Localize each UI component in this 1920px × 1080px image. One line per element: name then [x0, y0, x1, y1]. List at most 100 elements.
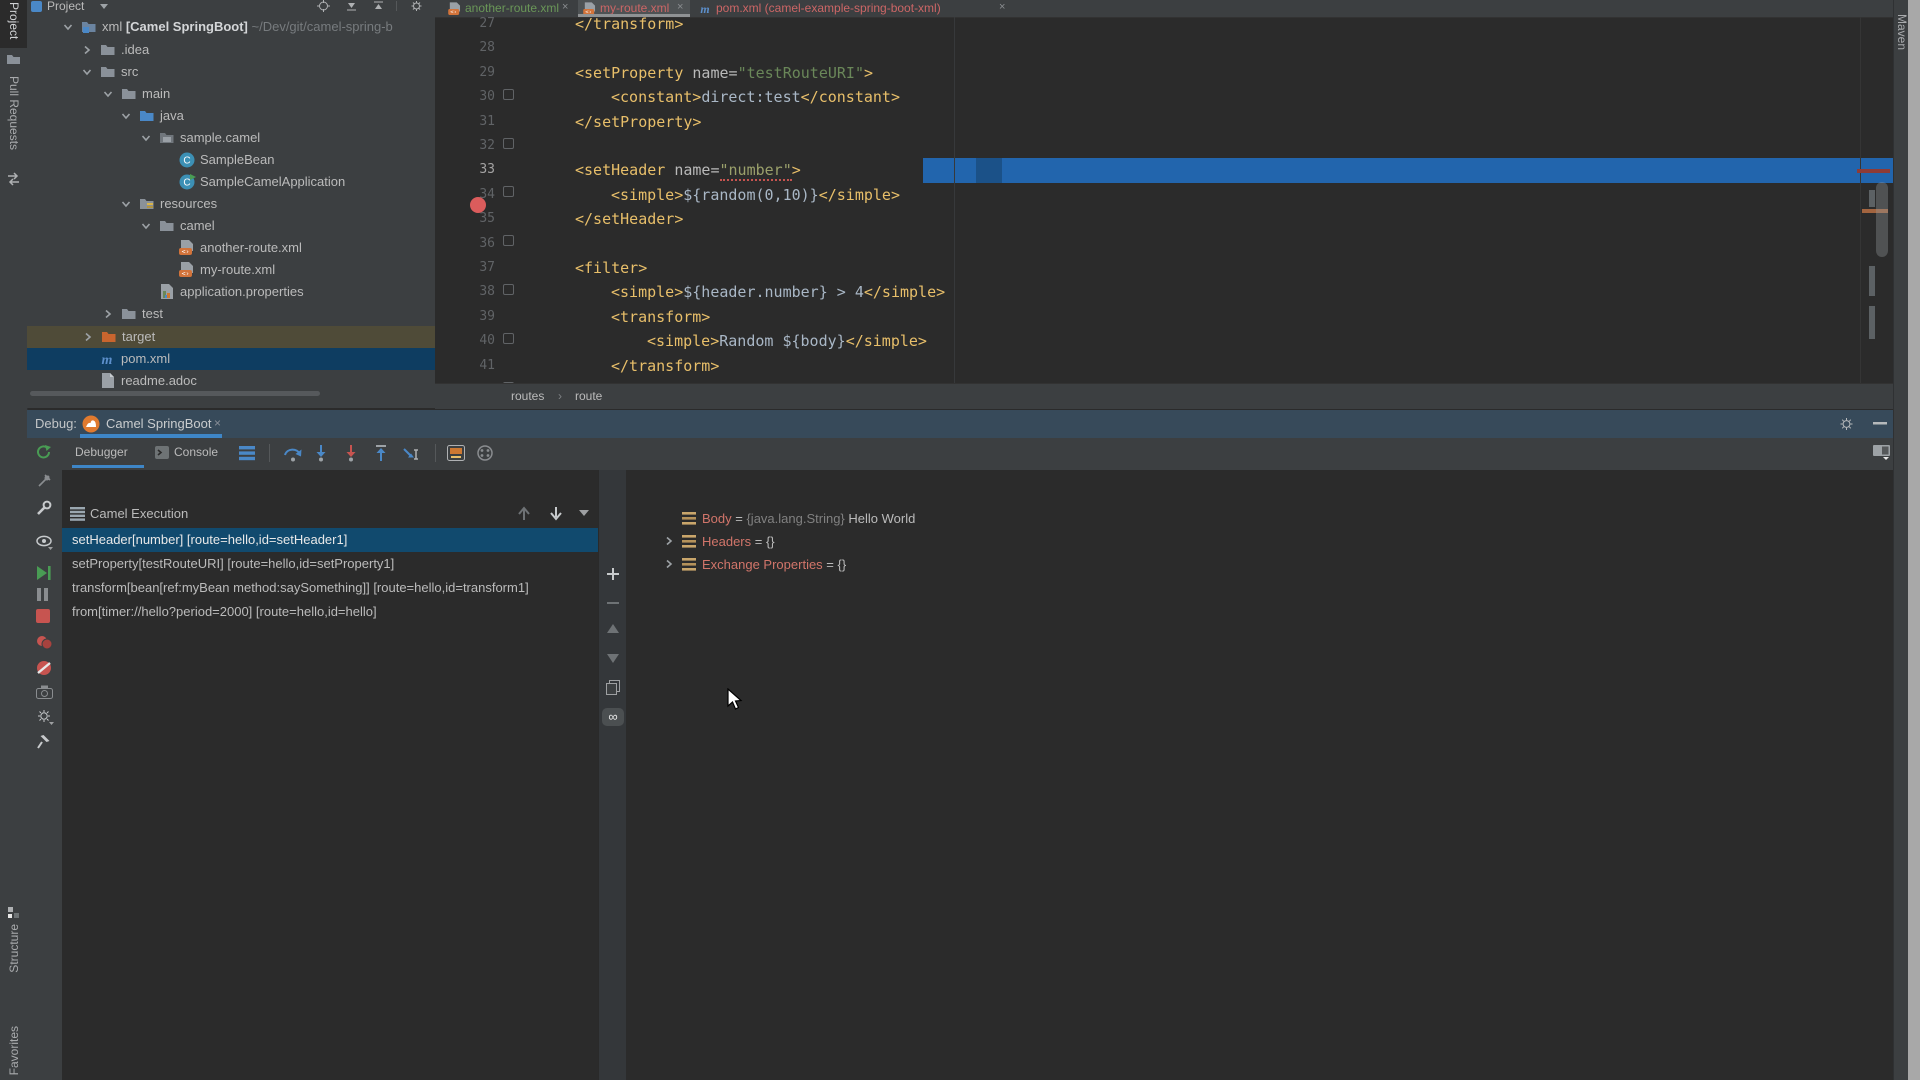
tab-debugger[interactable]: Debugger	[75, 445, 128, 459]
change-mark[interactable]	[1869, 190, 1875, 207]
evaluate-expression-icon[interactable]	[447, 445, 465, 461]
tree-item-src[interactable]: src	[27, 61, 435, 83]
tree-chevron-icon[interactable]	[82, 331, 94, 343]
variable-row-exchange-properties[interactable]: Exchange Properties = {}	[626, 554, 1893, 577]
editor-scrollbar[interactable]	[1876, 182, 1888, 257]
run-to-cursor-icon[interactable]	[403, 445, 423, 462]
tree-chevron-icon[interactable]	[62, 21, 74, 33]
close-icon[interactable]: ×	[999, 1, 1005, 13]
variable-row-headers[interactable]: Headers = {}	[626, 531, 1893, 554]
tree-item-resources[interactable]: resources	[27, 193, 435, 215]
breadcrumb-route[interactable]: route	[575, 389, 602, 403]
tree-item-samplecamelapplication[interactable]: CSampleCamelApplication	[27, 171, 435, 193]
code-line-35[interactable]: </setHeader>	[575, 210, 683, 228]
tree-chevron-icon[interactable]	[102, 308, 114, 320]
tree-item-target[interactable]: target	[27, 326, 435, 348]
force-step-into-icon[interactable]	[343, 445, 359, 462]
tree-item-pom-xml[interactable]: mpom.xml	[27, 348, 435, 370]
editor-tab-pom.xml[interactable]: mpom.xml (camel-example-spring-boot-xml)…	[694, 0, 1012, 17]
view-breakpoints-icon[interactable]	[36, 635, 53, 650]
stop-icon[interactable]	[36, 609, 50, 623]
close-icon[interactable]: ×	[562, 1, 568, 13]
code-line-37[interactable]: <filter>	[575, 259, 647, 277]
add-watch-icon[interactable]	[606, 567, 620, 581]
maven-stripe-label[interactable]: Maven	[1895, 14, 1909, 50]
tree-item-another-route-xml[interactable]: <›another-route.xml	[27, 237, 435, 259]
rerun-icon[interactable]	[36, 444, 52, 460]
locate-file-icon[interactable]	[317, 0, 330, 12]
tree-chevron-icon[interactable]	[120, 198, 132, 210]
hide-panel-icon[interactable]	[1873, 422, 1887, 426]
thread-name[interactable]: Camel Execution	[90, 506, 188, 521]
remove-watch-icon[interactable]	[606, 596, 620, 610]
favorites-stripe-label[interactable]: Favorites	[7, 1026, 21, 1075]
move-down-icon[interactable]	[606, 652, 620, 664]
tree-chevron-icon[interactable]	[120, 110, 132, 122]
resume-icon[interactable]	[36, 565, 51, 581]
code-line-34[interactable]: <simple>${random(0,10)}</simple>	[611, 186, 900, 204]
mute-breakpoints-icon[interactable]	[477, 445, 494, 461]
frame-row[interactable]: setHeader[number] [route=hello,id=setHea…	[62, 528, 598, 552]
structure-stripe-label[interactable]: Structure	[7, 924, 21, 973]
tree-chevron-icon[interactable]	[663, 558, 675, 570]
frame-row[interactable]: from[timer://hello?period=2000] [route=h…	[62, 600, 598, 624]
mute-breakpoints-red-icon[interactable]	[36, 660, 52, 676]
collapse-all-icon[interactable]	[372, 0, 385, 12]
change-mark[interactable]	[1869, 306, 1875, 339]
tree-item-my-route-xml[interactable]: <›my-route.xml	[27, 259, 435, 281]
frame-row[interactable]: setProperty[testRouteURI] [route=hello,i…	[62, 552, 598, 576]
expand-all-icon[interactable]	[345, 0, 358, 12]
code-line-27[interactable]: </transform>	[575, 15, 683, 33]
vcs-compare-icon[interactable]	[6, 172, 21, 186]
tree-chevron-icon[interactable]	[663, 535, 675, 547]
error-stripe-mark[interactable]	[1857, 169, 1890, 173]
frame-row[interactable]: transform[bean[ref:myBean method:saySome…	[62, 576, 598, 600]
pin-tab-icon[interactable]	[36, 734, 51, 750]
infinity-button[interactable]: ∞	[602, 708, 624, 726]
code-line-39[interactable]: <transform>	[611, 308, 710, 326]
close-icon[interactable]: ×	[214, 416, 221, 430]
tree-item-sample-camel[interactable]: sample.camel	[27, 127, 435, 149]
chevron-down-icon[interactable]	[579, 510, 589, 517]
gear-icon[interactable]	[410, 0, 423, 12]
tree-item-camel[interactable]: camel	[27, 215, 435, 237]
pull-requests-stripe-label[interactable]: Pull Requests	[7, 76, 21, 150]
tree-item-java[interactable]: java	[27, 105, 435, 127]
pause-icon[interactable]	[36, 587, 49, 602]
project-stripe-label[interactable]: Project	[7, 2, 21, 39]
debug-settings-gear-icon[interactable]	[36, 709, 54, 725]
tree-chevron-icon[interactable]	[102, 88, 114, 100]
code-line-40[interactable]: <simple>Random ${body}</simple>	[647, 332, 927, 350]
code-line-29[interactable]: <setProperty name="testRouteURI">	[575, 64, 873, 82]
step-over-icon[interactable]	[283, 445, 303, 462]
pin-results-icon[interactable]	[36, 473, 52, 489]
chevron-down-icon[interactable]	[99, 3, 109, 11]
wrench-icon[interactable]	[36, 500, 52, 516]
step-into-icon[interactable]	[313, 445, 329, 462]
variables-panel[interactable]: Body = {java.lang.String} Hello WorldHea…	[626, 470, 1893, 1080]
code-view[interactable]: </transform> <setProperty name="testRoute…	[435, 17, 1891, 383]
code-line-30[interactable]: <constant>direct:test</constant>	[611, 88, 900, 106]
code-line-33[interactable]: <setHeader name="number">	[575, 161, 801, 179]
duplicate-icon[interactable]	[606, 680, 620, 695]
tree-chevron-icon[interactable]	[140, 132, 152, 144]
tree-chevron-icon[interactable]	[140, 220, 152, 232]
tree-chevron-icon[interactable]	[81, 44, 93, 56]
variable-row-body[interactable]: Body = {java.lang.String} Hello World	[626, 508, 1893, 531]
threads-view-icon[interactable]	[239, 445, 256, 461]
watch-eye-icon[interactable]	[36, 534, 54, 550]
folder-icon[interactable]	[6, 52, 21, 65]
tree-chevron-icon[interactable]	[81, 66, 93, 78]
move-up-icon[interactable]	[606, 623, 620, 635]
tree-item-readme-adoc[interactable]: readme.adoc	[27, 370, 435, 392]
code-line-38[interactable]: <simple>${header.number} > 4</simple>	[611, 283, 945, 301]
tab-console[interactable]: Console	[174, 445, 218, 459]
step-out-icon[interactable]	[373, 445, 389, 462]
code-line-41[interactable]: </transform>	[611, 357, 719, 375]
tree-item-test[interactable]: test	[27, 303, 435, 325]
breadcrumb-routes[interactable]: routes	[511, 389, 544, 403]
tree-item--idea[interactable]: .idea	[27, 39, 435, 61]
tree-item-samplebean[interactable]: CSampleBean	[27, 149, 435, 171]
tree-horizontal-scrollbar[interactable]	[30, 391, 320, 396]
thread-selector[interactable]: Camel Execution	[62, 502, 598, 526]
